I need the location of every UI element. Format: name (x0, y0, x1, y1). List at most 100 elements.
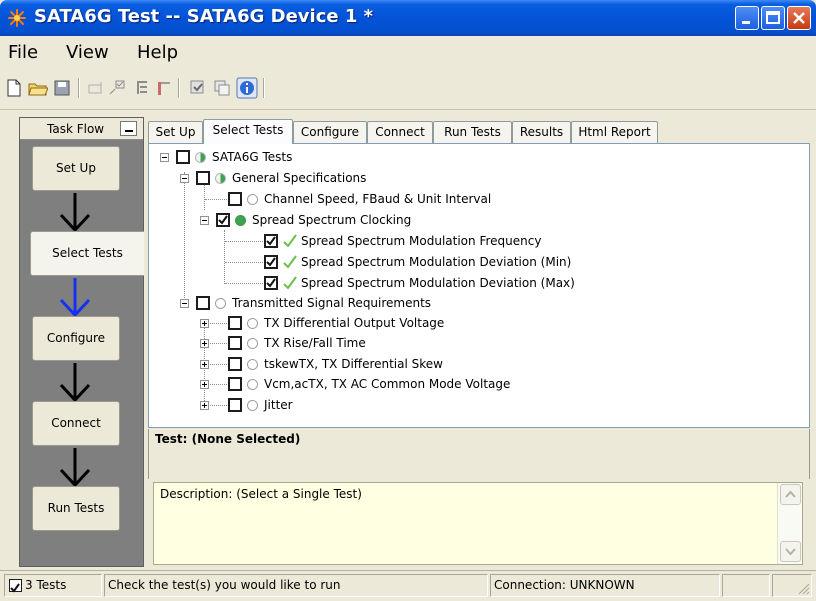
green-check-icon (283, 276, 297, 290)
expand-icon[interactable] (200, 360, 209, 369)
toolbar (0, 66, 816, 110)
status-empty-icon (247, 379, 258, 390)
resize-grip-icon[interactable] (796, 581, 810, 595)
checkbox-general-specifications[interactable] (196, 171, 210, 185)
open-folder-icon[interactable] (28, 78, 48, 98)
status-empty-icon (247, 359, 258, 370)
expand-icon[interactable] (200, 380, 209, 389)
checkbox-root[interactable] (176, 150, 190, 164)
menu-bar: File View Help (0, 36, 816, 66)
checkbox-channel-speed[interactable] (228, 192, 242, 206)
tree-node-tskew[interactable]: tskewTX, TX Differential Skew (149, 355, 569, 375)
step-run-tests[interactable]: Run Tests (32, 486, 120, 531)
checkbox-ssc-modulation-frequency[interactable] (264, 234, 278, 248)
select-tests-icon[interactable] (108, 78, 128, 98)
tree-node-general-specifications[interactable]: General Specifications (149, 169, 549, 189)
flow-arrow-icon (59, 193, 91, 233)
tree-label: Vcm,acTX, TX AC Common Mode Voltage (264, 377, 511, 391)
step-set-up[interactable]: Set Up (32, 146, 120, 191)
menu-view[interactable]: View (66, 42, 109, 63)
tab-select-tests[interactable]: Select Tests (203, 119, 293, 144)
tree-node-ssc-modulation-frequency[interactable]: Spread Spectrum Modulation Frequency (149, 232, 609, 252)
check-mark-icon (266, 257, 276, 267)
task-flow-header: Task Flow (20, 118, 143, 140)
connection-icon[interactable] (86, 78, 106, 98)
scroll-down-button[interactable] (780, 541, 801, 562)
expand-icon[interactable] (200, 401, 209, 410)
tab-configure[interactable]: Configure (293, 121, 367, 143)
app-logo-icon (8, 9, 26, 27)
tree-node-spread-spectrum-clocking[interactable]: Spread Spectrum Clocking (149, 211, 549, 231)
test-tree: SATA6G Tests General Specifications Chan… (148, 143, 810, 428)
status-checkbox (9, 579, 22, 593)
checkbox-spread-spectrum-clocking[interactable] (216, 213, 230, 227)
tree-node-tx-differential-output-voltage[interactable]: TX Differential Output Voltage (149, 314, 569, 334)
description-scrollbar[interactable] (777, 483, 802, 564)
status-empty-icon (247, 194, 258, 205)
status-bar: 3 Tests Check the test(s) you would like… (0, 570, 816, 601)
menu-file[interactable]: File (8, 42, 38, 63)
minimize-icon (742, 21, 750, 24)
status-message: Check the test(s) you would like to run (104, 574, 488, 597)
collapse-icon[interactable] (160, 153, 169, 162)
status-partial-icon (215, 173, 226, 184)
step-select-tests[interactable]: Select Tests (30, 231, 144, 276)
tab-set-up[interactable]: Set Up (148, 121, 203, 143)
tree-node-tx-rise-fall-time[interactable]: TX Rise/Fall Time (149, 334, 569, 354)
description-box: Description: (Select a Single Test) (153, 482, 803, 565)
tree-node-ssc-deviation-min[interactable]: Spread Spectrum Modulation Deviation (Mi… (149, 253, 619, 273)
tab-results[interactable]: Results (512, 121, 571, 143)
run-icon[interactable] (188, 78, 208, 98)
tree-node-transmitted-signal-requirements[interactable]: Transmitted Signal Requirements (149, 294, 569, 314)
checkbox-ssc-deviation-max[interactable] (264, 276, 278, 290)
checkbox-tskew[interactable] (228, 357, 242, 371)
tree-node-vcm[interactable]: Vcm,acTX, TX AC Common Mode Voltage (149, 375, 589, 395)
save-icon[interactable] (52, 78, 72, 98)
status-panel-empty (772, 574, 812, 597)
tab-html-report[interactable]: Html Report (571, 121, 658, 143)
check-mark-icon (10, 583, 20, 593)
flow-arrow-icon (59, 448, 91, 488)
scroll-up-button[interactable] (780, 484, 801, 505)
tree-node-ssc-deviation-max[interactable]: Spread Spectrum Modulation Deviation (Ma… (149, 274, 619, 294)
checkbox-jitter[interactable] (228, 398, 242, 412)
tree-icon[interactable] (132, 78, 152, 98)
tree-label: Spread Spectrum Clocking (252, 213, 412, 227)
window-title: SATA6G Test -- SATA6G Device 1 * (34, 6, 374, 27)
close-icon (793, 12, 805, 24)
check-mark-icon (266, 278, 276, 288)
checkbox-transmitted-signal-requirements[interactable] (196, 296, 210, 310)
tree-node-channel-speed[interactable]: Channel Speed, FBaud & Unit Interval (149, 190, 569, 210)
limits-icon[interactable] (154, 78, 174, 98)
tree-label: TX Differential Output Voltage (264, 316, 445, 330)
tab-run-tests[interactable]: Run Tests (433, 121, 512, 143)
step-configure[interactable]: Configure (32, 316, 120, 361)
menu-help[interactable]: Help (137, 42, 178, 63)
tree-label: Spread Spectrum Modulation Deviation (Ma… (301, 276, 575, 290)
tree-node-root[interactable]: SATA6G Tests (149, 148, 549, 168)
maximize-button[interactable] (761, 6, 785, 30)
collapse-icon[interactable] (180, 299, 189, 308)
expand-icon[interactable] (200, 319, 209, 328)
status-tests-count: 3 Tests (25, 578, 67, 592)
minimize-button[interactable] (735, 6, 759, 30)
new-file-icon[interactable] (4, 78, 24, 98)
copy-icon[interactable] (212, 78, 232, 98)
info-icon[interactable] (236, 77, 258, 99)
checkbox-tx-differential-output-voltage[interactable] (228, 316, 242, 330)
close-button[interactable] (787, 6, 811, 30)
tree-node-jitter[interactable]: Jitter (149, 396, 449, 416)
checkbox-tx-rise-fall-time[interactable] (228, 336, 242, 350)
checkbox-ssc-deviation-min[interactable] (264, 255, 278, 269)
status-empty-icon (247, 318, 258, 329)
step-connect[interactable]: Connect (32, 401, 120, 446)
title-bar: SATA6G Test -- SATA6G Device 1 * (0, 0, 816, 36)
expand-icon[interactable] (200, 339, 209, 348)
collapse-icon[interactable] (180, 174, 189, 183)
tab-connect[interactable]: Connect (367, 121, 433, 143)
task-flow-minimize-button[interactable] (120, 121, 137, 136)
tree-label: Transmitted Signal Requirements (232, 296, 432, 310)
collapse-icon[interactable] (200, 216, 209, 225)
checkbox-vcm[interactable] (228, 377, 242, 391)
flow-arrow-icon (59, 363, 91, 403)
